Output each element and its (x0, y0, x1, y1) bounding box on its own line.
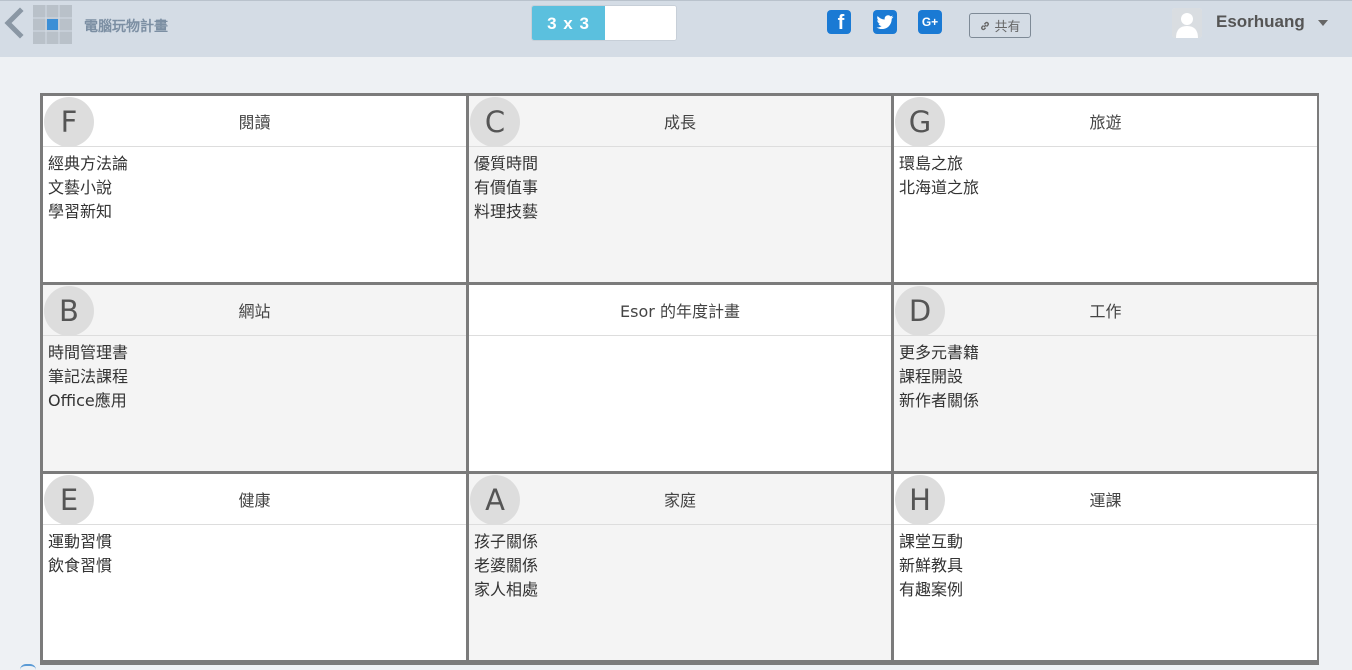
mandala-board: 閱讀 F 經典方法論 文藝小說 學習新知 成長 C 優質時間 有價值事 料理技藝… (40, 93, 1319, 665)
center-title[interactable]: Esor 的年度計畫 (469, 285, 891, 335)
cell-items: 時間管理書 筆記法課程 Office應用 (43, 336, 466, 413)
user-menu-caret-icon[interactable] (1318, 20, 1328, 26)
list-item[interactable]: Office應用 (48, 389, 466, 413)
google-plus-icon[interactable]: G+ (918, 10, 942, 34)
grid-size-toggle[interactable]: 3 x 3 (531, 5, 677, 41)
list-item[interactable]: 筆記法課程 (48, 365, 466, 389)
cell-items: 更多元書籍 課程開設 新作者關係 (894, 336, 1317, 413)
cell-header: 健康 E (43, 474, 466, 525)
cell-header: 旅遊 G (894, 96, 1317, 147)
goal-cell-work[interactable]: 工作 D 更多元書籍 課程開設 新作者關係 (894, 285, 1317, 471)
cell-badge: E (44, 475, 94, 525)
cell-items: 環島之旅 北海道之旅 (894, 147, 1317, 200)
grid-size-other-option[interactable] (605, 6, 676, 40)
list-item[interactable]: 文藝小說 (48, 176, 466, 200)
cell-items: 經典方法論 文藝小說 學習新知 (43, 147, 466, 224)
cell-title: 工作 (1089, 302, 1122, 321)
list-item[interactable]: 有趣案例 (899, 578, 1317, 602)
user-avatar[interactable] (1172, 8, 1202, 38)
twitter-icon[interactable] (873, 10, 897, 34)
list-item[interactable]: 新鮮教具 (899, 554, 1317, 578)
cell-header: 網站 B (43, 285, 466, 336)
facebook-icon[interactable]: f (827, 10, 851, 34)
list-item[interactable]: 有價值事 (474, 176, 891, 200)
goal-cell-teaching[interactable]: 運課 H 課堂互動 新鮮教具 有趣案例 (894, 474, 1317, 660)
list-item[interactable]: 飲食習慣 (48, 554, 466, 578)
cell-header: 家庭 A (469, 474, 891, 525)
goal-cell-growth[interactable]: 成長 C 優質時間 有價值事 料理技藝 (469, 96, 891, 282)
goal-cell-reading[interactable]: 閱讀 F 經典方法論 文藝小說 學習新知 (43, 96, 466, 282)
back-chevron-icon[interactable] (0, 5, 26, 39)
list-item[interactable]: 北海道之旅 (899, 176, 1317, 200)
goal-cell-health[interactable]: 健康 E 運動習慣 飲食習慣 (43, 474, 466, 660)
cell-items: 課堂互動 新鮮教具 有趣案例 (894, 525, 1317, 602)
cell-badge: G (895, 97, 945, 147)
cell-badge: F (44, 97, 94, 147)
cell-header: 工作 D (894, 285, 1317, 336)
google-plus-glyph: G+ (921, 15, 939, 29)
goal-cell-travel[interactable]: 旅遊 G 環島之旅 北海道之旅 (894, 96, 1317, 282)
list-item[interactable]: 時間管理書 (48, 341, 466, 365)
list-item[interactable]: 料理技藝 (474, 200, 891, 224)
username[interactable]: Esorhuang (1216, 12, 1305, 32)
share-button[interactable]: 共有 (969, 13, 1031, 38)
cell-items: 優質時間 有價值事 料理技藝 (469, 147, 891, 224)
cell-title: 旅遊 (1089, 113, 1122, 132)
partial-loading-icon (20, 664, 36, 670)
list-item[interactable]: 課程開設 (899, 365, 1317, 389)
app-logo[interactable] (33, 5, 72, 44)
list-item[interactable]: 學習新知 (48, 200, 466, 224)
cell-header: Esor 的年度計畫 (469, 285, 891, 336)
cell-header: 成長 C (469, 96, 891, 147)
facebook-glyph: f (837, 12, 845, 34)
goal-cell-website[interactable]: 網站 B 時間管理書 筆記法課程 Office應用 (43, 285, 466, 471)
list-item[interactable]: 環島之旅 (899, 152, 1317, 176)
cell-title: 健康 (238, 491, 271, 510)
cell-badge: B (44, 286, 94, 336)
cell-title: 閱讀 (238, 113, 271, 132)
cell-header: 運課 H (894, 474, 1317, 525)
app-title[interactable]: 電腦玩物計畫 (84, 16, 168, 36)
cell-items: 孩子關係 老婆關係 家人相處 (469, 525, 891, 602)
list-item[interactable]: 家人相處 (474, 578, 891, 602)
goal-cell-family[interactable]: 家庭 A 孩子關係 老婆關係 家人相處 (469, 474, 891, 660)
cell-badge: D (895, 286, 945, 336)
list-item[interactable]: 老婆關係 (474, 554, 891, 578)
list-item[interactable]: 運動習慣 (48, 530, 466, 554)
share-label: 共有 (994, 20, 1021, 35)
cell-title: 網站 (238, 302, 271, 321)
cell-badge: C (470, 97, 520, 147)
list-item[interactable]: 經典方法論 (48, 152, 466, 176)
cell-title: 成長 (663, 113, 696, 132)
cell-header: 閱讀 F (43, 96, 466, 147)
list-item[interactable]: 孩子關係 (474, 530, 891, 554)
center-goal-cell[interactable]: Esor 的年度計畫 (469, 285, 891, 471)
top-bar: 電腦玩物計畫 3 x 3 f G+ 共有 Esorhuang (0, 0, 1352, 57)
cell-items: 運動習慣 飲食習慣 (43, 525, 466, 578)
list-item[interactable]: 課堂互動 (899, 530, 1317, 554)
cell-badge: A (470, 475, 520, 525)
list-item[interactable]: 優質時間 (474, 152, 891, 176)
list-item[interactable]: 新作者關係 (899, 389, 1317, 413)
cell-title: 家庭 (663, 491, 696, 510)
cell-title: 運課 (1089, 491, 1122, 510)
grid-size-3x3-option[interactable]: 3 x 3 (532, 6, 605, 40)
list-item[interactable]: 更多元書籍 (899, 341, 1317, 365)
cell-badge: H (895, 475, 945, 525)
twitter-bird-glyph (876, 14, 894, 29)
link-icon (981, 21, 990, 30)
